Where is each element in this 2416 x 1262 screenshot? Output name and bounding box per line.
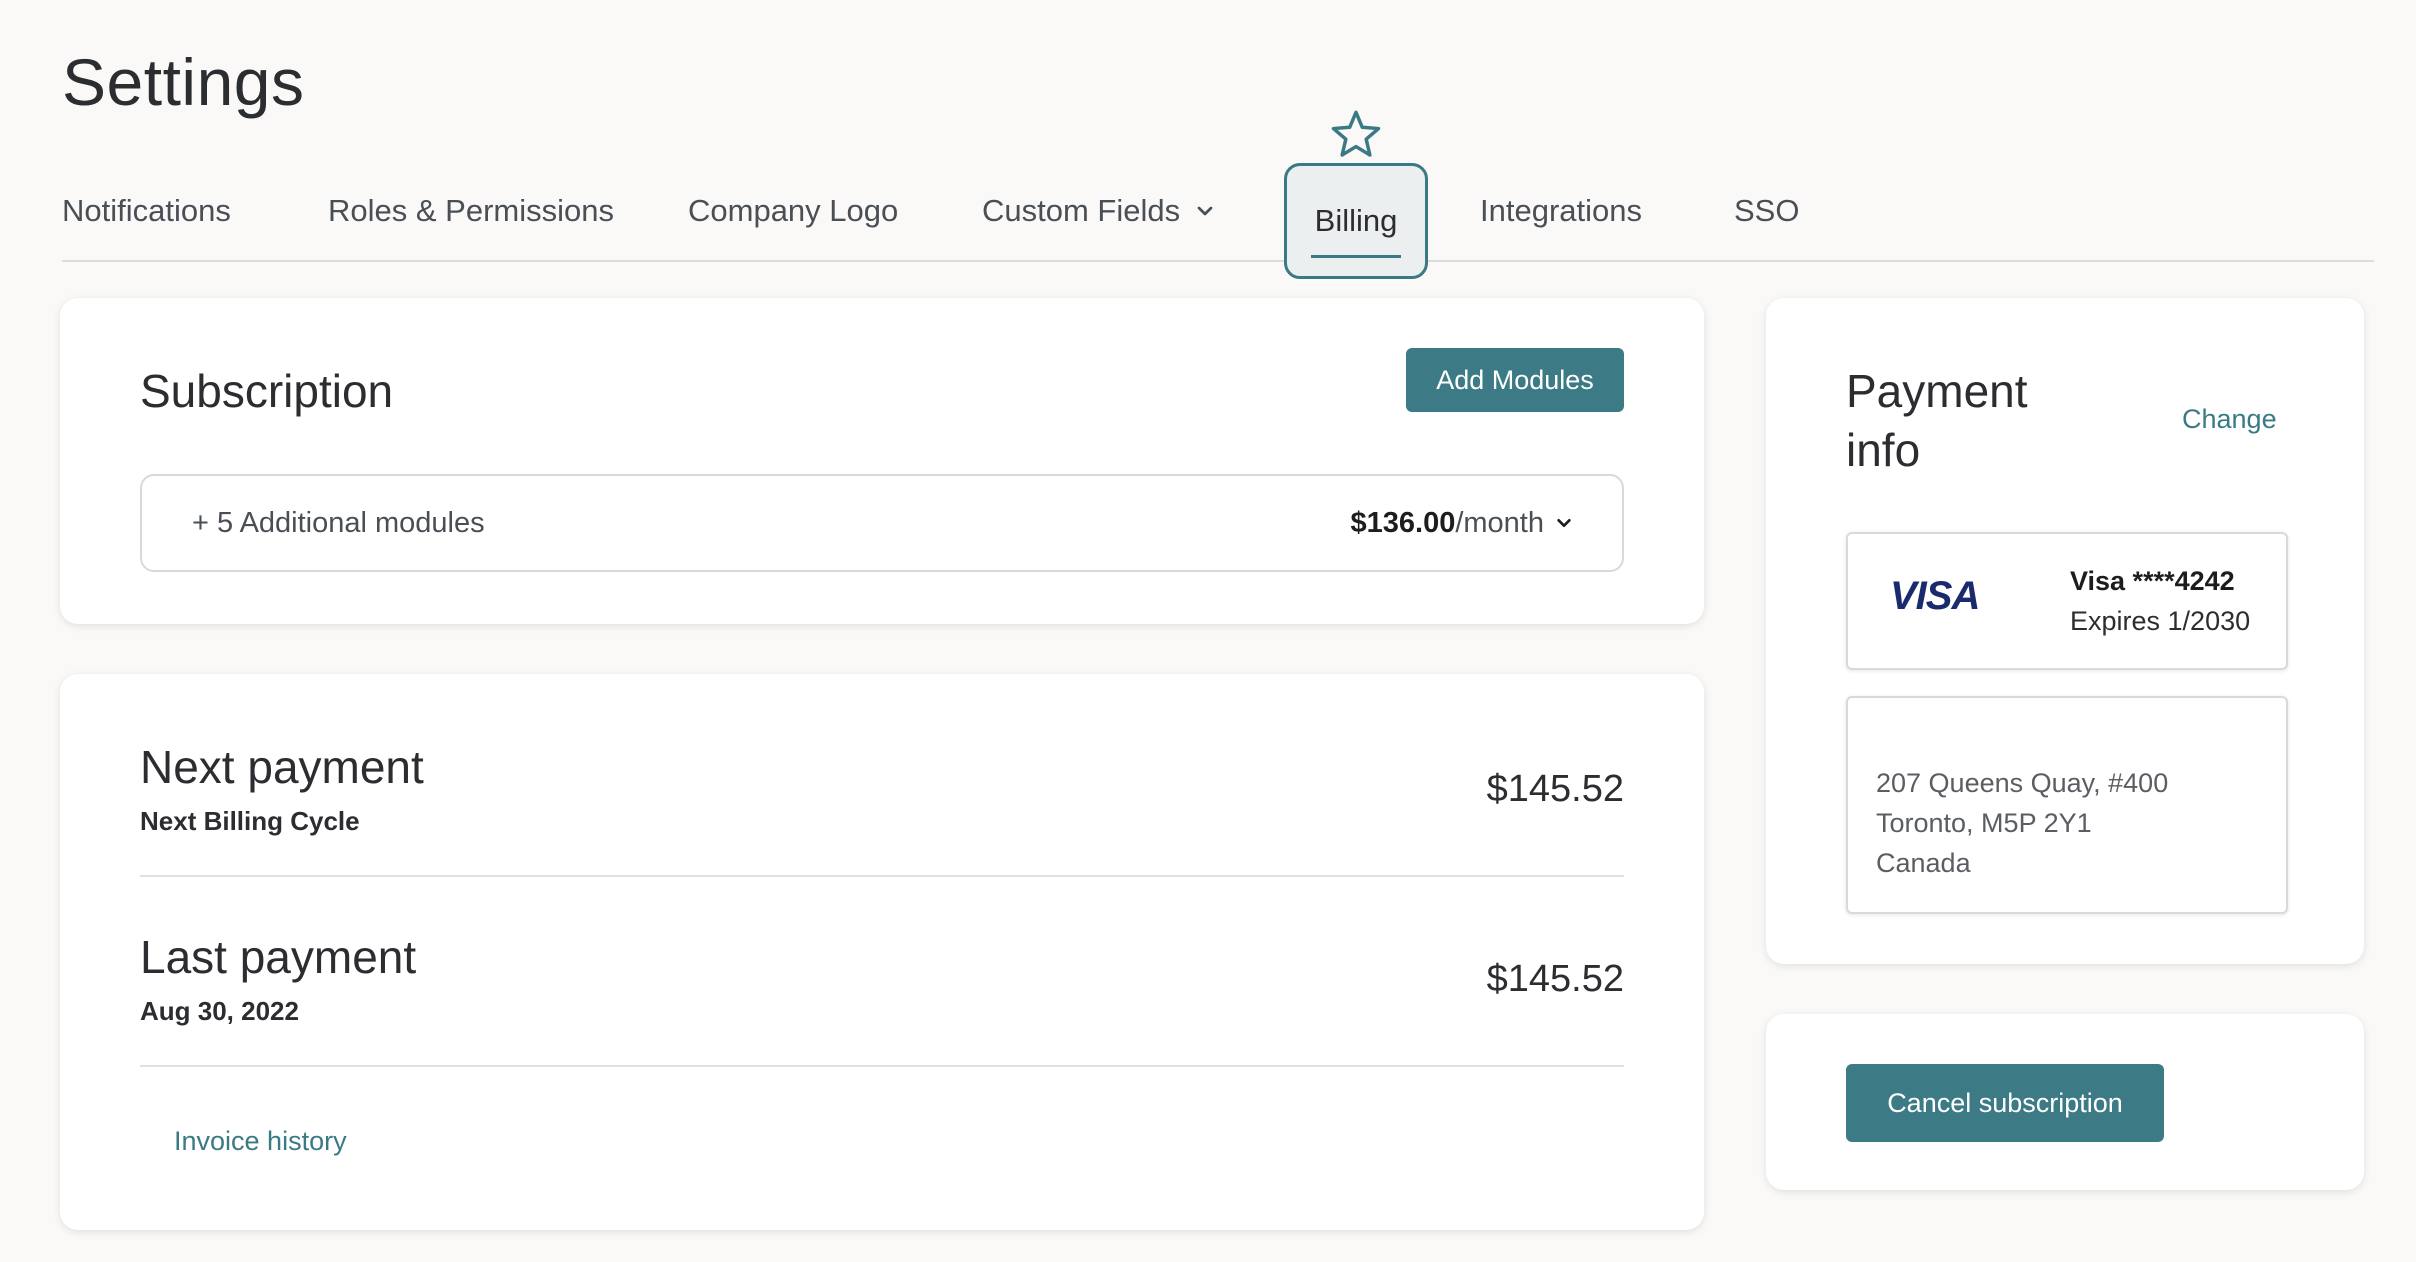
tab-company-logo[interactable]: Company Logo <box>688 160 898 262</box>
address-line: Canada <box>1876 848 1971 878</box>
tab-custom-fields[interactable]: Custom Fields <box>982 160 1214 262</box>
invoice-history-link[interactable]: Invoice history <box>174 1126 347 1157</box>
tab-billing[interactable]: Billing <box>1284 163 1428 279</box>
tab-label: Billing <box>1314 203 1398 238</box>
chevron-down-icon <box>1557 519 1571 527</box>
payment-info-title: Payment info <box>1846 362 2028 480</box>
star-icon[interactable] <box>1330 108 1382 160</box>
next-payment-subtitle: Next Billing Cycle <box>140 806 360 836</box>
additional-modules-dropdown[interactable]: + 5 Additional modules $136.00 /month <box>140 474 1624 572</box>
payments-card: Next payment Next Billing Cycle $145.52 … <box>60 674 1704 1230</box>
payment-info-card: Payment info Change VISA Visa ****4242 E… <box>1766 298 2364 964</box>
payment-info-title-line2: info <box>1846 423 1921 476</box>
tab-label: SSO <box>1734 193 1800 228</box>
price-amount: $136.00 <box>1350 506 1456 539</box>
next-payment-amount: $145.52 <box>1486 768 1624 810</box>
tab-sso[interactable]: SSO <box>1734 160 1799 262</box>
tab-label: Integrations <box>1480 193 1642 228</box>
divider <box>140 875 1624 877</box>
subscription-title: Subscription <box>140 365 394 417</box>
tab-label: Custom Fields <box>982 193 1181 228</box>
tab-label: Company Logo <box>688 193 899 228</box>
tab-roles-permissions[interactable]: Roles & Permissions <box>328 160 614 262</box>
visa-logo: VISA <box>1890 574 1980 618</box>
tab-notifications[interactable]: Notifications <box>62 160 231 262</box>
change-payment-link[interactable]: Change <box>2182 404 2277 435</box>
active-tab-indicator <box>1311 255 1401 258</box>
modules-price: $136.00 /month <box>1351 507 1573 540</box>
card-expiry: Expires 1/2030 <box>2070 606 2251 636</box>
price-period: /month <box>1455 506 1544 539</box>
settings-tabs: Notifications Roles & Permissions Compan… <box>62 160 2374 279</box>
payment-info-title-line1: Payment <box>1846 365 2028 417</box>
card-details-box: VISA Visa ****4242 Expires 1/2030 <box>1846 532 2288 670</box>
last-payment-amount: $145.52 <box>1486 958 1624 1000</box>
billing-address-box: 207 Queens Quay, #400 Toronto, M5P 2Y1 C… <box>1846 696 2288 914</box>
subscription-card: Subscription Add Modules + 5 Additional … <box>60 298 1704 624</box>
card-number: Visa ****4242 <box>2070 566 2235 596</box>
page-title: Settings <box>62 45 305 119</box>
chevron-down-icon <box>1197 206 1213 216</box>
cancel-card: Cancel subscription <box>1766 1014 2364 1190</box>
settings-page: Settings Notifications Roles & Permissio… <box>0 0 2416 1262</box>
last-payment-subtitle: Aug 30, 2022 <box>140 996 299 1026</box>
add-modules-button[interactable]: Add Modules <box>1406 348 1624 412</box>
cancel-subscription-button[interactable]: Cancel subscription <box>1846 1064 2164 1142</box>
next-payment-title: Next payment <box>140 741 424 793</box>
last-payment-title: Last payment <box>140 931 417 983</box>
divider <box>140 1065 1624 1067</box>
address-line: 207 Queens Quay, #400 <box>1876 768 2169 798</box>
modules-label: + 5 Additional modules <box>192 506 485 539</box>
address-line: Toronto, M5P 2Y1 <box>1876 808 2092 838</box>
tab-integrations[interactable]: Integrations <box>1480 160 1642 262</box>
tab-label: Roles & Permissions <box>328 193 614 228</box>
tab-label: Notifications <box>62 193 231 228</box>
